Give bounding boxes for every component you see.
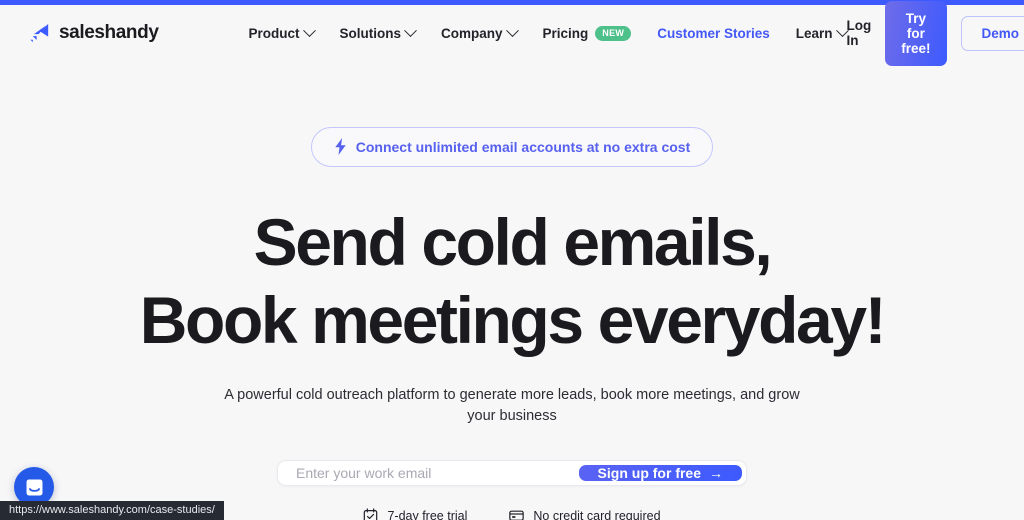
chevron-down-icon xyxy=(404,23,417,37)
nav-label-learn: Learn xyxy=(795,25,833,41)
hero-title-line-1: Send cold emails, xyxy=(253,205,773,279)
nav-item-learn[interactable]: Learn xyxy=(795,23,849,41)
nav-item-product[interactable]: Product xyxy=(248,23,316,41)
signup-form: Sign up for free → xyxy=(277,460,747,487)
chat-message-icon xyxy=(25,478,44,497)
browser-status-bar: https://www.saleshandy.com/case-studies/ xyxy=(0,501,224,520)
nav-item-pricing[interactable]: Pricing NEW xyxy=(542,25,632,41)
chevron-down-icon xyxy=(302,23,316,37)
nav-label-pricing: Pricing xyxy=(542,25,589,41)
nav-item-company[interactable]: Company xyxy=(441,23,519,41)
page-title: Send cold emails, Book meetings everyday… xyxy=(139,209,887,357)
hero-subtitle: A powerful cold outreach platform to gen… xyxy=(224,387,800,425)
calendar-check-icon xyxy=(363,508,378,520)
main-nav: Product Solutions Company Pricing NEW Cu… xyxy=(248,23,849,41)
announcement-text: Connect unlimited email accounts at no e… xyxy=(355,138,691,155)
hero-section: Connect unlimited email accounts at no e… xyxy=(0,61,1024,520)
signup-button-label: Sign up for free xyxy=(597,465,701,482)
nav-item-customer-stories[interactable]: Customer Stories xyxy=(657,26,770,41)
nav-item-solutions[interactable]: Solutions xyxy=(339,23,417,41)
chevron-down-icon xyxy=(505,23,519,37)
signup-button[interactable]: Sign up for free → xyxy=(578,465,742,482)
nav-label-customer-stories: Customer Stories xyxy=(657,25,770,41)
login-link[interactable]: Log In xyxy=(847,18,872,48)
nav-label-solutions: Solutions xyxy=(339,25,402,41)
brand-name: saleshandy xyxy=(59,22,159,43)
site-header: saleshandy Product Solutions Company Pri… xyxy=(0,0,1024,66)
demo-button[interactable]: Demo xyxy=(960,15,1024,51)
trust-item-no-credit-card: No credit card required xyxy=(509,508,661,520)
nav-label-product: Product xyxy=(248,25,300,41)
try-for-free-button[interactable]: Try for free! xyxy=(885,0,947,66)
announcement-pill[interactable]: Connect unlimited email accounts at no e… xyxy=(310,127,714,167)
new-badge: NEW xyxy=(595,25,632,41)
hero-title-line-2: Book meetings everyday! xyxy=(139,283,887,357)
brand-logo[interactable]: saleshandy xyxy=(28,22,159,44)
arrow-right-icon: → xyxy=(709,465,723,482)
credit-card-icon xyxy=(509,508,525,520)
trust-label-free-trial: 7-day free trial xyxy=(387,508,468,520)
trust-row: 7-day free trial No credit card required xyxy=(363,508,661,520)
saleshandy-arrow-logo-icon xyxy=(28,22,50,44)
nav-label-company: Company xyxy=(441,25,503,41)
email-field[interactable] xyxy=(282,465,579,482)
trust-label-no-credit-card: No credit card required xyxy=(533,508,661,520)
lightning-bolt-icon xyxy=(334,138,347,155)
trust-item-free-trial: 7-day free trial xyxy=(363,508,467,520)
header-actions: Log In Try for free! Demo xyxy=(847,0,1024,66)
